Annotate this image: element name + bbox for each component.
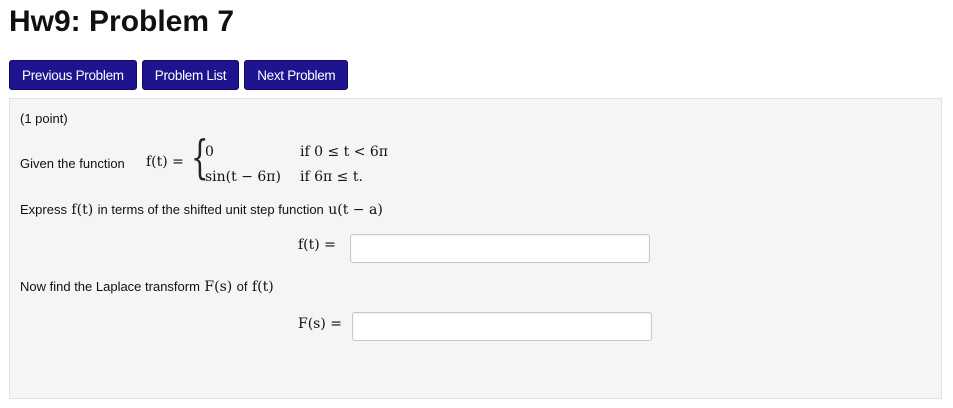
piece-1-condition: if 0 ≤ t < 6π <box>300 144 389 160</box>
laplace-instruction: Now find the Laplace transform F(s) of f… <box>20 278 274 296</box>
problem-navigation: Previous Problem Problem List Next Probl… <box>9 60 349 90</box>
express-f: f(t) <box>71 202 94 218</box>
express-middle: in terms of the shifted unit step functi… <box>97 202 324 217</box>
problem-list-button[interactable]: Problem List <box>141 60 240 90</box>
piece-1-value: 0 <box>205 144 214 160</box>
next-problem-button[interactable]: Next Problem <box>244 60 349 90</box>
answer-2-label: F(s) = <box>298 316 343 332</box>
answer-1-label: f(t) = <box>298 237 336 253</box>
answer-1-input[interactable] <box>350 234 650 263</box>
point-value: (1 point) <box>20 111 68 126</box>
laplace-f: f(t) <box>251 279 274 295</box>
answer-2-input[interactable] <box>352 312 652 341</box>
express-unit-step: u(t − a) <box>328 202 383 218</box>
express-instruction: Express f(t) in terms of the shifted uni… <box>20 201 383 219</box>
laplace-F: F(s) <box>204 279 233 295</box>
page-title: Hw9: Problem 7 <box>9 5 235 38</box>
laplace-prefix: Now find the Laplace transform <box>20 279 200 294</box>
given-text: Given the function <box>20 156 125 171</box>
express-prefix: Express <box>20 202 67 217</box>
piece-2-value: sin(t − 6π) <box>205 169 281 185</box>
function-label: f(t) = <box>146 154 184 170</box>
piece-2-condition: if 6π ≤ t. <box>300 169 363 185</box>
previous-problem-button[interactable]: Previous Problem <box>9 60 137 90</box>
laplace-of: of <box>236 279 248 294</box>
problem-panel: (1 point) Given the function f(t) = { 0 … <box>9 98 942 399</box>
